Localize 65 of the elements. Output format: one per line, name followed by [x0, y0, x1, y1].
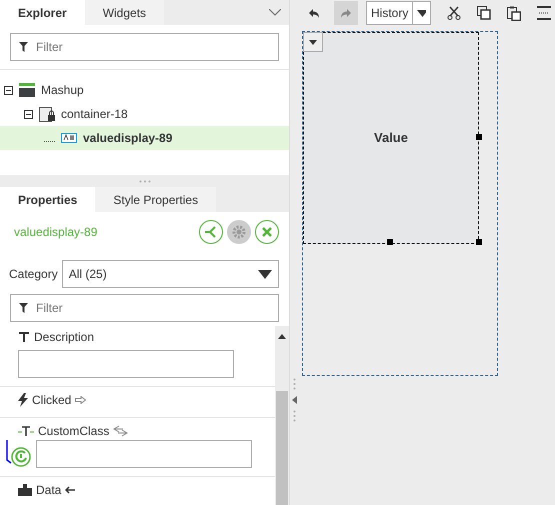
- caret-icon: [258, 270, 272, 278]
- property-name: Description: [34, 329, 94, 346]
- text-type-icon: [18, 426, 34, 436]
- filter-icon: [19, 42, 28, 52]
- tree-node[interactable]: Mashup: [0, 78, 289, 102]
- resize-handle[interactable]: [387, 239, 393, 245]
- text-input-field[interactable]: [18, 350, 234, 378]
- binding-link-icon: [6, 440, 32, 468]
- gear-icon: [232, 225, 246, 239]
- text-type-icon: [18, 332, 30, 342]
- two-way-arrow-icon: [113, 425, 128, 437]
- node-label: Mashup: [41, 82, 84, 99]
- scroll-up-icon[interactable]: [278, 334, 286, 339]
- widget-menu-button[interactable]: [303, 32, 323, 52]
- tab[interactable]: Style Properties: [95, 187, 216, 212]
- copy-icon[interactable]: [477, 6, 492, 20]
- property-name: Clicked: [32, 392, 72, 409]
- grip-icon[interactable]: [293, 378, 296, 390]
- category-label: Category: [9, 266, 58, 283]
- settings-button[interactable]: [227, 220, 251, 244]
- tab[interactable]: Explorer: [0, 0, 85, 25]
- property-name: CustomClass: [38, 423, 110, 440]
- cut-icon[interactable]: [447, 6, 462, 20]
- resize-handle[interactable]: [476, 239, 482, 245]
- grip-icon[interactable]: [293, 410, 296, 422]
- scrollbar-thumb[interactable]: [276, 391, 288, 505]
- node-label: container-18: [61, 106, 128, 123]
- text-input-field[interactable]: [36, 440, 252, 468]
- share-icon: [204, 225, 218, 239]
- redo-icon: [339, 8, 353, 18]
- lightning-icon: [18, 393, 28, 407]
- distribute-icon[interactable]: [537, 6, 552, 20]
- incoming-arrow-icon: [65, 486, 76, 494]
- value-display-widget[interactable]: Value: [303, 32, 479, 244]
- expander-icon[interactable]: [24, 110, 33, 118]
- outgoing-arrow-icon: [75, 396, 86, 404]
- tree-node[interactable]: container-18: [0, 102, 289, 126]
- filter-field[interactable]: Filter: [10, 33, 279, 61]
- filter-field[interactable]: Filter: [10, 294, 279, 322]
- mashup-icon: [19, 83, 35, 97]
- filter-icon: [19, 303, 28, 313]
- puzzle-icon: [18, 484, 32, 496]
- resize-handle[interactable]: [476, 134, 482, 140]
- caret-icon: [309, 40, 317, 44]
- close-icon: [262, 227, 272, 237]
- collapse-left-icon[interactable]: [292, 396, 297, 404]
- expander-icon[interactable]: [4, 86, 13, 94]
- tree-node[interactable]: valuedisplay-89: [0, 126, 289, 150]
- history-dropdown[interactable]: History: [366, 1, 432, 25]
- widget-label: Value: [374, 129, 408, 148]
- chevron-down-icon[interactable]: [269, 9, 281, 16]
- tab[interactable]: Widgets: [84, 0, 164, 25]
- widget-name: valuedisplay-89: [14, 224, 98, 241]
- category-dropdown[interactable]: All (25): [62, 260, 279, 288]
- undo-icon: [307, 8, 321, 18]
- node-label: valuedisplay-89: [83, 130, 172, 147]
- bindings-button[interactable]: [199, 220, 223, 244]
- property-name: Data: [36, 482, 62, 499]
- close-button[interactable]: [255, 220, 279, 244]
- value-display-icon: [61, 133, 77, 143]
- paste-icon[interactable]: [507, 6, 522, 20]
- caret-icon: [417, 10, 426, 16]
- locked-container-icon: [39, 106, 55, 122]
- tab[interactable]: Properties: [0, 187, 96, 212]
- splitter-grip-icon[interactable]: [138, 180, 150, 182]
